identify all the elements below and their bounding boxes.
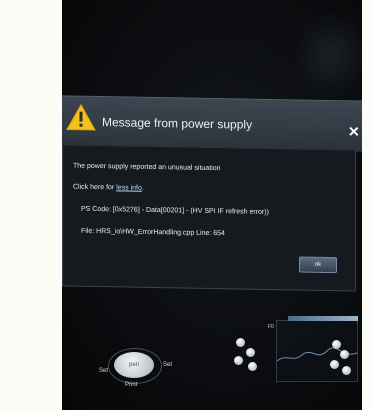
dialog-title: Message from power supply: [102, 115, 253, 132]
waveform-ruler: [288, 316, 358, 321]
control-dot[interactable]: [236, 338, 245, 347]
control-dot[interactable]: [246, 348, 255, 357]
ps-code-text: PS Code: [0x5276] - Data[00201] - (HV SP…: [81, 205, 269, 216]
set-left-label: Set: [99, 368, 109, 374]
device-control-panel: Set Set pen Print F0: [62, 300, 362, 410]
warning-icon: [66, 102, 96, 133]
f0-label: F0: [268, 324, 274, 330]
message-text: The power supply reported an unusual sit…: [73, 162, 221, 173]
click-prefix: Click here for: [73, 183, 117, 192]
click-suffix: .: [141, 184, 144, 192]
close-icon[interactable]: ✕: [348, 123, 360, 140]
dialog-body: The power supply reported an unusual sit…: [62, 145, 356, 292]
pen-button[interactable]: pen: [114, 352, 154, 378]
set-right-label: Set: [163, 362, 173, 368]
print-label: Print: [125, 382, 138, 388]
left-margin: [0, 0, 62, 410]
ok-button[interactable]: ok: [299, 256, 337, 274]
error-dialog: Message from power supply ✕ The power su…: [62, 95, 362, 292]
monitor-screen: Message from power supply ✕ The power su…: [62, 0, 362, 410]
screen-glare: [292, 10, 362, 100]
control-dot[interactable]: [332, 340, 341, 349]
control-dot[interactable]: [248, 362, 257, 371]
more-info-line: Click here for less info.: [73, 184, 144, 192]
left-controls[interactable]: [228, 330, 268, 390]
dialog-header: Message from power supply ✕: [62, 95, 362, 152]
control-dot[interactable]: [330, 360, 339, 369]
control-dot[interactable]: [340, 350, 349, 359]
control-dot[interactable]: [234, 356, 243, 365]
right-margin: [362, 0, 371, 410]
right-controls[interactable]: [324, 330, 362, 390]
less-info-link[interactable]: less info: [116, 184, 142, 191]
control-dot[interactable]: [342, 366, 351, 375]
file-text: File: HRS_io\HW_ErrorHandling.cpp Line: …: [81, 227, 225, 238]
